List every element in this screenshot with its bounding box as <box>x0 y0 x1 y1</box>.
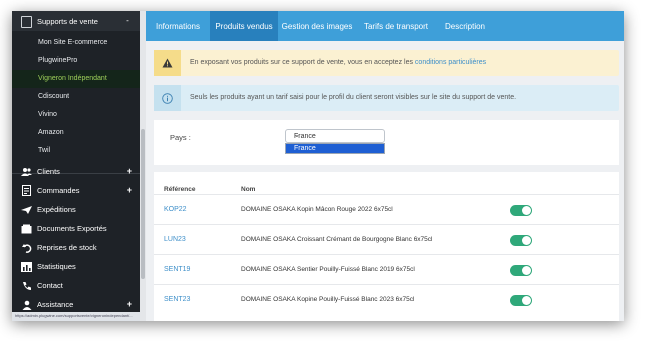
column-header-nom: Nom <box>241 186 256 193</box>
phone-icon <box>21 280 32 291</box>
sidebar-item-vivino[interactable]: Vivino <box>12 106 140 124</box>
collapse-toggle[interactable]: - <box>123 16 132 25</box>
sidebar-item-label: Clients <box>37 167 60 176</box>
app-window: Supports de vente - Mon Site E-commerce … <box>12 11 624 321</box>
sidebar-item-expeditions[interactable]: Expéditions <box>12 200 140 219</box>
sidebar-item-statistiques[interactable]: Statistiques <box>12 257 140 276</box>
products-table: Référence Nom KOP22 DOMAINE OSAKA Kopin … <box>154 172 619 321</box>
dropdown-option-label: France <box>294 145 316 152</box>
sidebar-item-label: Commandes <box>37 186 80 195</box>
sidebar-item-label: Contact <box>37 281 63 290</box>
sidebar-item-label: Twil <box>38 147 51 154</box>
sidebar-group-label: Supports de vente <box>37 17 98 26</box>
tab-bar: Informations Produits vendus Gestion des… <box>146 11 624 41</box>
sidebar-item-clients[interactable]: Clients + <box>12 162 140 181</box>
sidebar-item-reprises-de-stock[interactable]: Reprises de stock <box>12 238 140 257</box>
table-row: SENT19 DOMAINE OSAKA Sentier Pouilly-Fui… <box>154 254 619 285</box>
toggle-knob <box>522 236 531 245</box>
product-name: DOMAINE OSAKA Sentier Pouilly-Fuissé Bla… <box>241 266 415 273</box>
sidebar-item-label: Cdiscount <box>38 93 70 100</box>
tab-produits-vendus[interactable]: Produits vendus <box>210 11 278 41</box>
documents-icon <box>21 223 32 234</box>
tab-tarifs-de-transport[interactable]: Tarifs de transport <box>356 11 436 41</box>
info-text: Seuls les produits ayant un tarif saisi … <box>190 94 517 101</box>
tab-description[interactable]: Description <box>436 11 494 41</box>
sidebar-item-plugwinepro[interactable]: PlugwinePro <box>12 52 140 70</box>
main-content: Informations Produits vendus Gestion des… <box>146 11 624 321</box>
expand-plus-icon[interactable]: + <box>127 166 132 176</box>
sidebar-item-label: Assistance <box>37 300 74 309</box>
product-reference-link[interactable]: LUN23 <box>164 236 186 243</box>
sidebar: Supports de vente - Mon Site E-commerce … <box>12 11 140 321</box>
user-icon <box>21 299 32 310</box>
column-header-reference: Référence <box>164 186 196 193</box>
undo-icon <box>21 242 32 253</box>
sidebar-item-label: Mon Site E-commerce <box>38 39 108 46</box>
table-row: SENT23 DOMAINE OSAKA Kopine Pouilly-Fuis… <box>154 284 619 315</box>
plane-icon <box>21 204 32 215</box>
product-reference-link[interactable]: SENT23 <box>164 296 190 303</box>
expand-plus-icon[interactable]: + <box>127 185 132 195</box>
product-enabled-toggle[interactable] <box>510 295 532 306</box>
store-icon <box>21 16 32 28</box>
chevron-down-icon: ⌄ <box>294 132 300 139</box>
sidebar-item-label: Expéditions <box>37 205 76 214</box>
warning-message: En exposant vos produits sur ce support … <box>190 59 415 66</box>
conditions-particulieres-link[interactable]: conditions particulières <box>415 59 486 66</box>
table-row: KOP22 DOMAINE OSAKA Kopin Mâcon Rouge 20… <box>154 194 619 225</box>
sidebar-item-documents-exportes[interactable]: Documents Exportés <box>12 219 140 238</box>
warning-icon <box>154 50 181 76</box>
product-name: DOMAINE OSAKA Croissant Crémant de Bourg… <box>241 236 433 243</box>
filter-panel: Pays : France ⌄ France <box>154 120 619 165</box>
info-alert: Seuls les produits ayant un tarif saisi … <box>154 85 619 111</box>
sidebar-item-label: Documents Exportés <box>37 224 107 233</box>
pays-option-france[interactable]: France <box>285 143 385 154</box>
sidebar-item-label: Vigneron Indépendant <box>38 75 107 82</box>
users-icon <box>21 166 32 177</box>
sidebar-item-twil[interactable]: Twil <box>12 142 140 160</box>
warning-text: En exposant vos produits sur ce support … <box>190 59 486 66</box>
product-enabled-toggle[interactable] <box>510 235 532 246</box>
pays-label: Pays : <box>170 133 191 142</box>
chart-icon <box>21 261 32 272</box>
browser-status-bar: https://admin.plugwine.com/supportsvente… <box>12 312 140 321</box>
sidebar-group-supports-de-vente[interactable]: Supports de vente - <box>12 11 140 31</box>
warning-alert: En exposant vos produits sur ce support … <box>154 50 619 76</box>
sidebar-item-cdiscount[interactable]: Cdiscount <box>12 88 140 106</box>
product-reference-link[interactable]: SENT19 <box>164 266 190 273</box>
product-reference-link[interactable]: KOP22 <box>164 206 187 213</box>
toggle-knob <box>522 296 531 305</box>
sidebar-item-commandes[interactable]: Commandes + <box>12 181 140 200</box>
pays-select[interactable]: France ⌄ <box>285 129 385 143</box>
orders-icon <box>21 185 32 196</box>
table-row: LUN23 DOMAINE OSAKA Croissant Crémant de… <box>154 224 619 255</box>
toggle-knob <box>522 206 531 215</box>
sidebar-item-contact[interactable]: Contact <box>12 276 140 295</box>
product-name: DOMAINE OSAKA Kopine Pouilly-Fuissé Blan… <box>241 296 415 303</box>
product-enabled-toggle[interactable] <box>510 265 532 276</box>
tab-gestion-des-images[interactable]: Gestion des images <box>278 11 356 41</box>
status-url: https://admin.plugwine.com/supportsvente… <box>15 313 133 318</box>
info-icon <box>154 85 181 111</box>
product-enabled-toggle[interactable] <box>510 205 532 216</box>
sidebar-item-amazon[interactable]: Amazon <box>12 124 140 142</box>
sidebar-item-mon-site-e-commerce[interactable]: Mon Site E-commerce <box>12 34 140 52</box>
expand-plus-icon[interactable]: + <box>127 299 132 309</box>
toggle-knob <box>522 266 531 275</box>
sidebar-item-label: Reprises de stock <box>37 243 97 252</box>
sidebar-scrollbar-thumb[interactable] <box>141 129 145 279</box>
sidebar-item-vigneron-independant[interactable]: Vigneron Indépendant <box>12 70 140 88</box>
sidebar-item-label: PlugwinePro <box>38 57 78 64</box>
sidebar-item-label: Amazon <box>38 129 64 136</box>
product-name: DOMAINE OSAKA Kopin Mâcon Rouge 2022 6x7… <box>241 206 393 213</box>
sidebar-item-label: Statistiques <box>37 262 76 271</box>
sidebar-item-label: Vivino <box>38 111 57 118</box>
tab-informations[interactable]: Informations <box>146 11 210 41</box>
